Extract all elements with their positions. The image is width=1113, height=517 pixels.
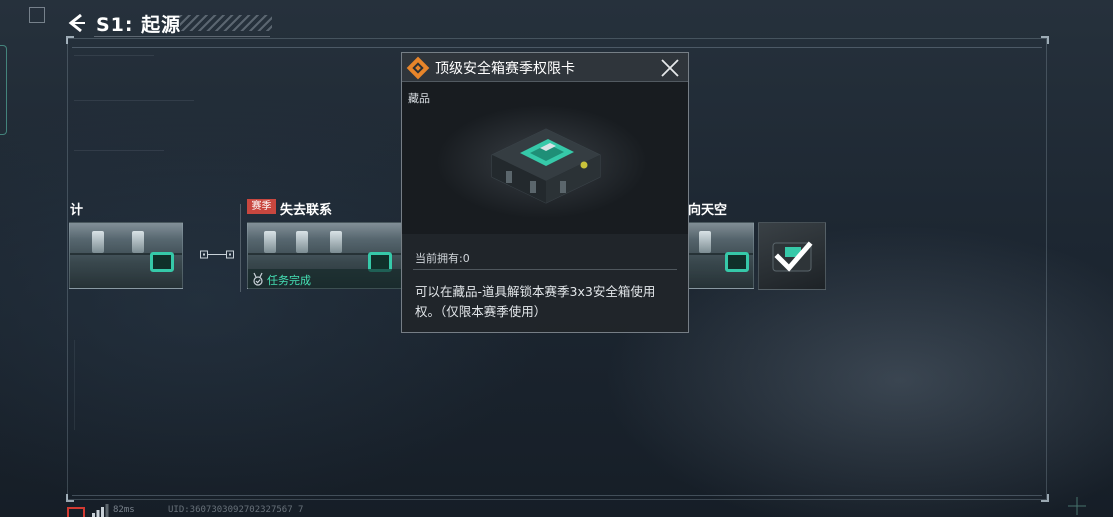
background-hud-line	[74, 150, 164, 151]
frame-corner-tl	[66, 36, 74, 44]
frame-corner-tr	[1041, 36, 1049, 44]
quest-title-partial-right: 向天空	[688, 203, 728, 218]
quest-thumbnail-left[interactable]	[69, 222, 183, 289]
quest-connector	[200, 250, 234, 259]
quest-timeline-line	[240, 204, 241, 292]
corner-crosshair-icon	[1068, 497, 1086, 515]
background-hud-decoration	[74, 340, 134, 430]
quest-complete-label: 任务完成	[267, 274, 311, 287]
background-hud-line	[74, 100, 194, 101]
game-background: S1: 起源 计 赛季 失去联系 任务完成 向天空 82ms UID:36073…	[0, 0, 1113, 517]
modal-header: 顶级安全箱赛季权限卡	[402, 53, 688, 82]
item-category: 藏品	[408, 92, 430, 105]
owned-count: 当前拥有:0	[415, 252, 470, 265]
record-icon	[67, 507, 85, 517]
title-hatch-decoration	[180, 15, 272, 31]
quest-title-lost-contact: 失去联系	[280, 203, 333, 218]
checkmark-icon	[772, 241, 813, 272]
ping-readout: 82ms	[113, 505, 135, 515]
modal-title: 顶级安全箱赛季权限卡	[435, 61, 575, 77]
frame-bottom-rule	[72, 495, 1042, 496]
secure-case-icon	[491, 128, 601, 204]
side-tab-bracket[interactable]	[0, 45, 7, 135]
user-uid: UID:3607303092702327567 7	[168, 505, 304, 515]
season-badge: 赛季	[247, 199, 276, 214]
reward-claimed-card[interactable]	[758, 222, 826, 290]
quest-thumbnail-right[interactable]	[688, 222, 754, 289]
quest-title-partial-left: 计	[70, 203, 84, 218]
season-title: S1: 起源	[96, 14, 182, 36]
frame-top-rule	[72, 47, 1042, 48]
title-underline	[94, 36, 270, 37]
background-hud-decoration	[74, 55, 154, 85]
modal-divider	[413, 269, 677, 270]
item-detail-modal: 顶级安全箱赛季权限卡 藏品 当前拥有:0 可以在藏品-道具解锁本赛季3x3安全箱…	[401, 52, 689, 333]
item-description: 可以在藏品-道具解锁本赛季3x3安全箱使用权。（仅限本赛季使用）	[415, 284, 656, 319]
close-icon[interactable]	[659, 57, 681, 79]
diamond-item-icon	[406, 56, 430, 80]
medal-icon	[253, 272, 263, 286]
chevron-left-icon[interactable]	[66, 12, 88, 34]
signal-bars-icon	[92, 504, 109, 517]
frame-corner-br	[1041, 494, 1049, 502]
menu-square-icon	[29, 7, 45, 23]
